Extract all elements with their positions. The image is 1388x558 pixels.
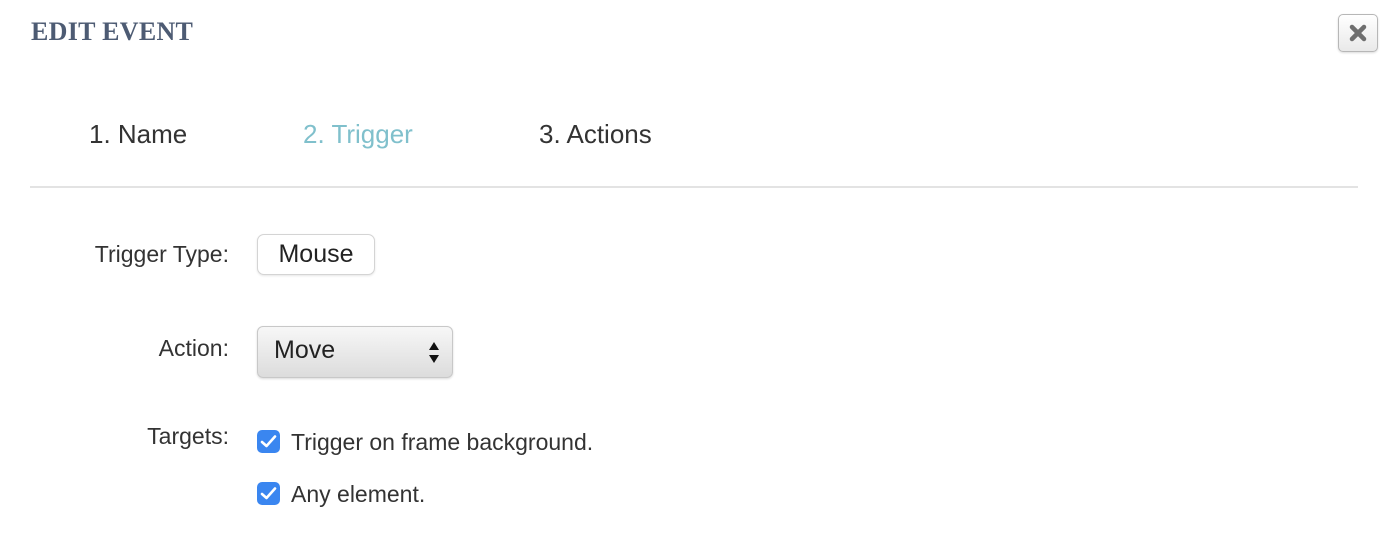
targets-label: Targets:: [147, 423, 229, 449]
close-icon: [1349, 24, 1367, 42]
checkbox-checked[interactable]: [257, 482, 280, 505]
trigger-type-button[interactable]: Mouse: [257, 234, 375, 275]
step-tabs: 1. Name 2. Trigger 3. Actions: [0, 112, 1388, 156]
checkbox-label: Trigger on frame background.: [291, 429, 594, 455]
checkbox-label: Any element.: [291, 481, 426, 507]
tab-trigger[interactable]: 2. Trigger: [303, 112, 413, 156]
checkmark-icon: [260, 435, 277, 448]
checkbox-checked[interactable]: [257, 430, 280, 453]
action-select[interactable]: Move: [257, 326, 453, 378]
tab-actions[interactable]: 3. Actions: [539, 112, 652, 156]
tabs-divider: [30, 186, 1358, 188]
action-select-value: Move: [274, 336, 336, 364]
checkmark-icon: [260, 487, 277, 500]
trigger-type-label: Trigger Type:: [94, 241, 229, 267]
action-label: Action:: [158, 335, 229, 361]
tab-name[interactable]: 1. Name: [89, 112, 187, 156]
dialog-title: EDIT EVENT: [31, 17, 194, 46]
close-button[interactable]: [1338, 14, 1378, 52]
select-arrows-icon: [429, 342, 439, 363]
